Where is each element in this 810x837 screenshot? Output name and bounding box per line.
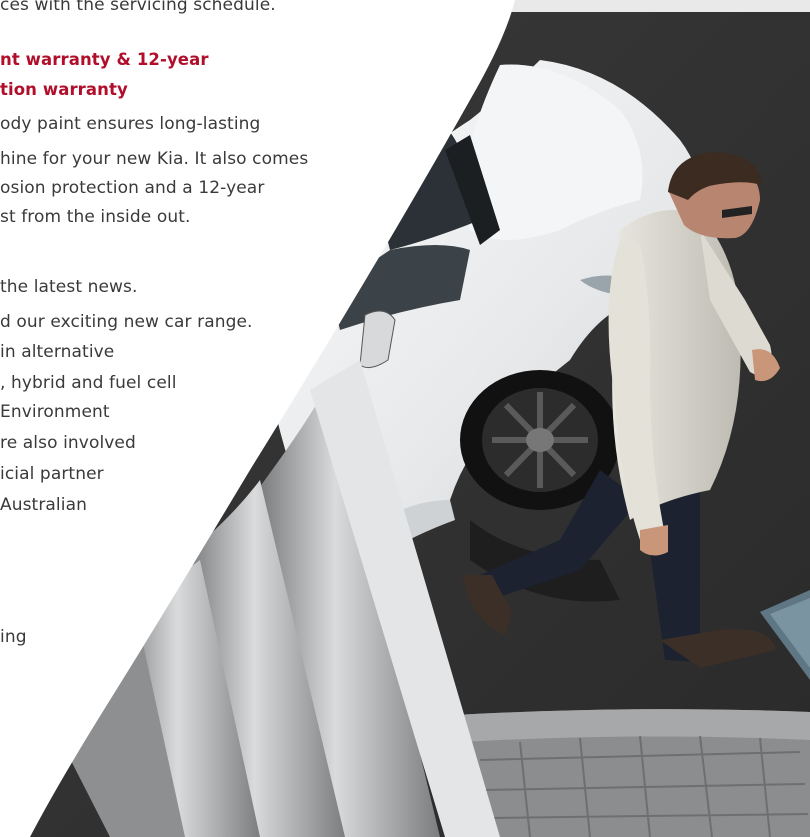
news-body-line: d our exciting new car range. bbox=[0, 312, 253, 332]
warranty-body-line: ody paint ensures long-lasting bbox=[0, 114, 261, 134]
servicing-fragment: ces with the servicing schedule. bbox=[0, 0, 276, 15]
news-body-line: the latest news. bbox=[0, 277, 138, 297]
news-body-line: Environment bbox=[0, 402, 110, 422]
brochure-text-column: ces with the servicing schedule. nt warr… bbox=[0, 0, 810, 837]
news-body-line: in alternative bbox=[0, 342, 115, 362]
news-body-line: Australian bbox=[0, 495, 87, 515]
warranty-heading-line2: tion warranty bbox=[0, 80, 128, 99]
warranty-heading-line1: nt warranty & 12-year bbox=[0, 50, 209, 69]
warranty-body-line: hine for your new Kia. It also comes bbox=[0, 149, 309, 169]
news-body-line: icial partner bbox=[0, 464, 104, 484]
news-body-line: , hybrid and fuel cell bbox=[0, 373, 177, 393]
warranty-body-line: st from the inside out. bbox=[0, 207, 191, 227]
warranty-body-line: osion protection and a 12-year bbox=[0, 178, 265, 198]
bottom-fragment: ing bbox=[0, 627, 27, 647]
news-body-line: re also involved bbox=[0, 433, 136, 453]
